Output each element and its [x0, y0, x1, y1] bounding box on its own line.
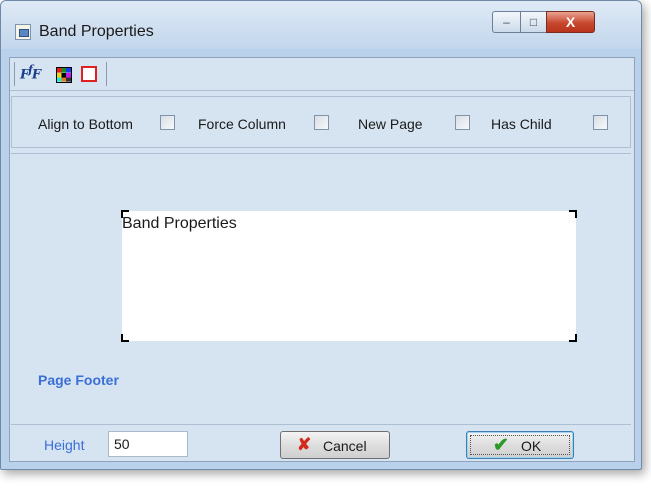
- ok-button-label: OK: [521, 438, 542, 454]
- toolbar: FfF: [10, 58, 634, 91]
- has-child-checkbox[interactable]: [593, 115, 608, 130]
- cancel-button[interactable]: ✘ Cancel: [280, 431, 390, 459]
- preview-text: Band Properties: [122, 215, 237, 232]
- height-input[interactable]: 50: [108, 431, 188, 457]
- band-preview-area: Band Properties Page Footer: [11, 153, 631, 425]
- band-name-label: Page Footer: [38, 372, 119, 388]
- maximize-button[interactable]: □: [520, 11, 547, 33]
- toolbar-separator: [14, 62, 15, 86]
- ok-button[interactable]: ✔ OK: [466, 431, 574, 459]
- height-label: Height: [44, 437, 85, 453]
- force-column-label: Force Column: [198, 116, 286, 132]
- cancel-button-label: Cancel: [323, 438, 367, 454]
- font-icon[interactable]: FfF: [20, 63, 41, 82]
- force-column-checkbox[interactable]: [314, 115, 329, 130]
- align-to-bottom-label: Align to Bottom: [38, 116, 133, 132]
- toolbar-separator: [106, 62, 107, 86]
- checkmark-icon: ✔: [493, 435, 509, 456]
- focus-rect: [470, 435, 570, 455]
- has-child-label: Has Child: [491, 116, 552, 132]
- band-options-group: Align to Bottom Force Column New Page Ha…: [11, 96, 631, 148]
- app-icon: [15, 24, 31, 40]
- title-bar[interactable]: Band Properties – □ X: [1, 1, 641, 49]
- bottom-bar: Height 50 ✘ Cancel ✔ OK: [10, 426, 634, 462]
- band-preview[interactable]: Band Properties: [121, 210, 577, 342]
- x-icon: ✘: [297, 435, 312, 454]
- dialog-client-area: FfF Align to Bottom Force Column New Pag…: [9, 57, 635, 462]
- corner-marker: [121, 334, 129, 342]
- align-to-bottom-checkbox[interactable]: [160, 115, 175, 130]
- new-page-label: New Page: [358, 116, 423, 132]
- close-button[interactable]: X: [546, 11, 595, 33]
- border-icon[interactable]: [81, 66, 97, 82]
- new-page-checkbox[interactable]: [455, 115, 470, 130]
- color-palette-icon[interactable]: [56, 67, 72, 83]
- corner-marker: [569, 210, 577, 218]
- band-properties-window: Band Properties – □ X FfF Align to Botto…: [0, 0, 642, 470]
- window-title: Band Properties: [39, 23, 154, 40]
- minimize-button[interactable]: –: [492, 11, 521, 33]
- corner-marker: [569, 334, 577, 342]
